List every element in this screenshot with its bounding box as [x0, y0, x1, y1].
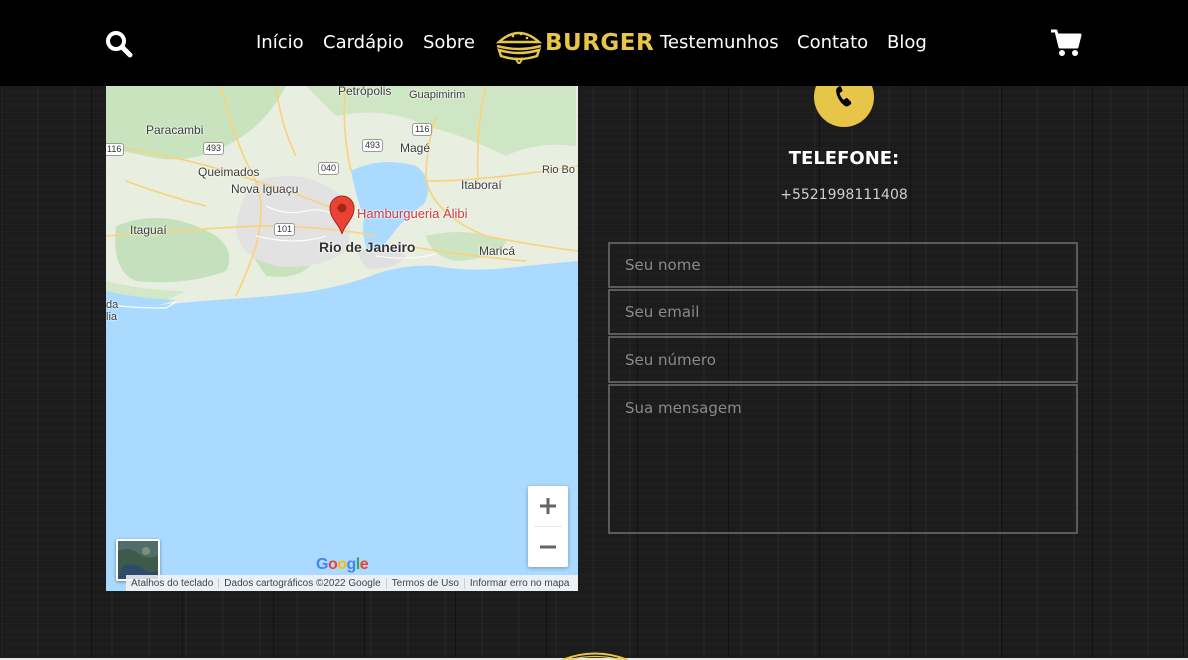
- nav-item-inicio[interactable]: Início: [256, 31, 304, 55]
- nav-item-contato[interactable]: Contato: [797, 31, 868, 55]
- footer-burger-logo-icon: [561, 652, 629, 660]
- message-textarea[interactable]: [608, 384, 1078, 534]
- burger-logo-icon: [495, 31, 543, 66]
- top-navigation-bar: Início Cardápio Sobre BURGER Testemunhos…: [0, 0, 1188, 86]
- map-attribution-bar: Atalhos do teclado Dados cartográficos ©…: [126, 575, 578, 591]
- zoom-in-button[interactable]: [528, 486, 568, 526]
- telefone-number: +5521998111408: [780, 187, 908, 203]
- road-shield: 493: [203, 142, 225, 155]
- road-shield: 116: [412, 123, 433, 136]
- zoom-out-button[interactable]: [528, 527, 568, 567]
- nav-item-testemunhos[interactable]: Testemunhos: [660, 31, 779, 55]
- map-label-mage: Magé: [400, 141, 431, 155]
- terms-link[interactable]: Termos de Uso: [387, 577, 465, 589]
- road-shield: 101: [274, 223, 296, 236]
- road-shield: 040: [318, 162, 340, 175]
- map-label-edge-b: lia: [106, 311, 118, 323]
- report-error-link[interactable]: Informar erro no mapa: [465, 578, 575, 589]
- map-label-nova-iguacu: Nova Iguaçu: [231, 182, 299, 196]
- map-label-rio-de-janeiro: Rio de Janeiro: [319, 239, 416, 255]
- plus-icon: [540, 498, 556, 514]
- nav-item-sobre[interactable]: Sobre: [423, 31, 475, 55]
- road-shield: 116: [106, 143, 125, 156]
- map-pin-icon[interactable]: [328, 195, 356, 235]
- map-label-paracambi: Paracambi: [146, 123, 204, 137]
- google-logo: Google: [316, 556, 369, 573]
- phone-number-input[interactable]: [608, 336, 1078, 383]
- map-label-queimados: Queimados: [198, 165, 260, 179]
- map-terrain: [106, 86, 578, 312]
- map-label-guapimirim: Guapimirim: [409, 89, 466, 101]
- minus-icon: [540, 545, 556, 549]
- keyboard-shortcuts-link[interactable]: Atalhos do teclado: [126, 577, 220, 589]
- map-label-rio-bonito: Rio Bo: [542, 164, 576, 176]
- map-zoom-control: [528, 486, 568, 567]
- map-label-itaguai: Itaguaí: [130, 223, 167, 237]
- map-label-edge-a: da: [106, 299, 119, 311]
- name-input[interactable]: [608, 242, 1078, 288]
- email-input[interactable]: [608, 289, 1078, 335]
- telefone-heading: TELEFONE:: [788, 148, 900, 169]
- satellite-thumbnail-icon: [118, 541, 158, 579]
- map-label-petropolis: Petrópolis: [338, 86, 392, 98]
- search-icon[interactable]: [105, 30, 133, 58]
- cart-icon[interactable]: [1050, 28, 1082, 58]
- brand-text: BURGER: [545, 30, 655, 56]
- location-map[interactable]: Petrópolis Guapimirim Paracambi Magé Que…: [106, 86, 578, 591]
- map-label-marica: Maricá: [479, 244, 516, 258]
- nav-item-blog[interactable]: Blog: [887, 31, 927, 55]
- map-data-credit: Dados cartográficos ©2022 Google: [219, 577, 387, 589]
- road-shield: 493: [362, 139, 384, 152]
- map-place-name[interactable]: Hamburgueria Álibi: [357, 206, 468, 221]
- map-label-itaborai: Itaboraí: [461, 178, 502, 192]
- nav-item-cardapio[interactable]: Cardápio: [323, 31, 404, 55]
- brand-logo[interactable]: BURGER: [493, 26, 654, 66]
